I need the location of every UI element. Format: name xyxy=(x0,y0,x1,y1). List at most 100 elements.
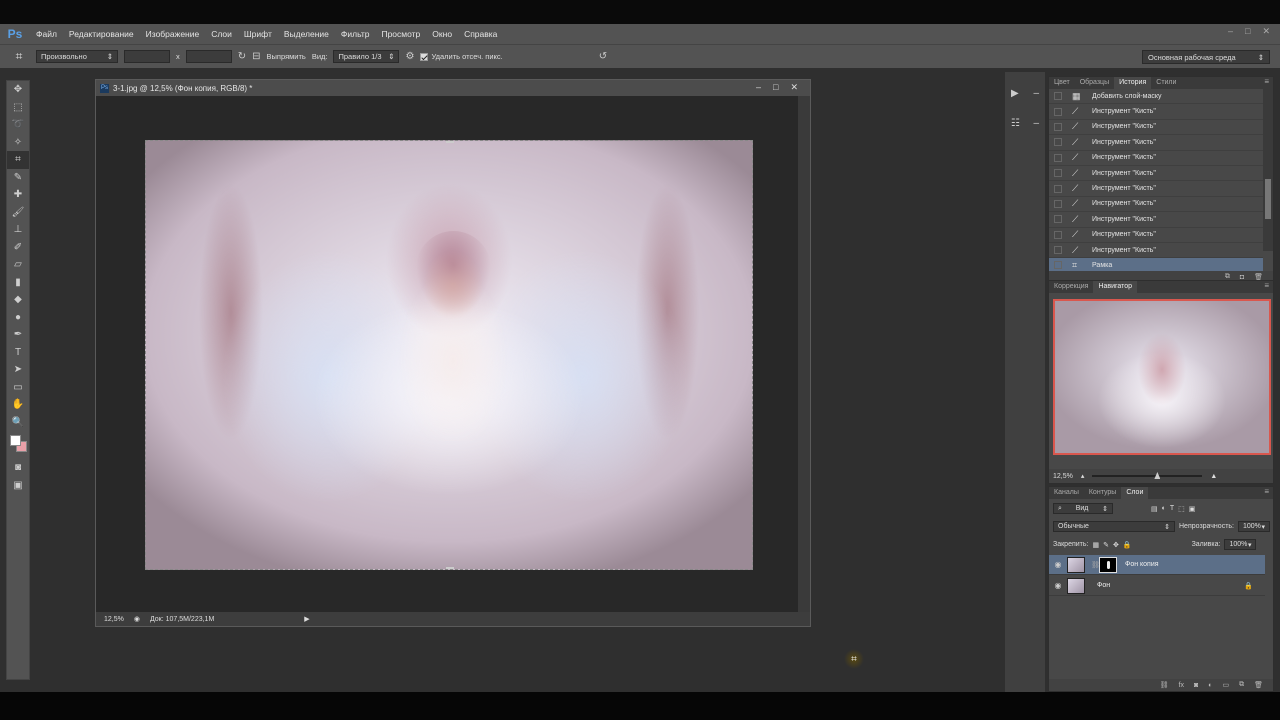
history-item[interactable]: ⟋ Инструмент "Кисть" xyxy=(1049,166,1263,182)
tab-navigator[interactable]: Навигатор xyxy=(1093,281,1138,293)
navigator-thumbnail[interactable] xyxy=(1053,299,1271,455)
swap-icon[interactable]: ↻ xyxy=(238,51,246,62)
history-source-box[interactable] xyxy=(1054,199,1062,208)
history-source-box[interactable] xyxy=(1054,215,1062,224)
quick-mask-icon[interactable]: ◙ xyxy=(7,459,29,477)
layer-name[interactable]: Фон копия xyxy=(1125,561,1159,568)
tab-channels[interactable]: Каналы xyxy=(1049,487,1084,499)
filter-type-icon[interactable]: T xyxy=(1170,505,1174,512)
history-item[interactable]: ⟋ Инструмент "Кисть" xyxy=(1049,197,1263,213)
scroll-thumb[interactable] xyxy=(1265,179,1271,219)
type-tool-icon[interactable]: T xyxy=(7,344,29,362)
magic-wand-tool-icon[interactable]: ✧ xyxy=(7,134,29,152)
filter-adjustment-icon[interactable]: ◐ xyxy=(1162,505,1166,512)
height-input[interactable] xyxy=(185,50,232,63)
overlay-select[interactable]: Правило 1/3 ⇕ xyxy=(333,50,400,63)
history-item[interactable]: ⟋ Инструмент "Кисть" xyxy=(1049,151,1263,166)
link-layers-icon[interactable]: ⛓ xyxy=(1160,681,1169,689)
layer-thumbnail[interactable] xyxy=(1067,577,1085,594)
menu-filter[interactable]: Фильтр xyxy=(335,29,376,39)
history-item[interactable]: ⟋ Инструмент "Кисть" xyxy=(1049,212,1263,228)
zoom-slider-knob[interactable] xyxy=(1154,472,1161,479)
lock-all-icon[interactable]: 🔒 xyxy=(1123,541,1132,549)
history-scrollbar[interactable] xyxy=(1263,89,1273,251)
pen-tool-icon[interactable]: ✒ xyxy=(7,326,29,344)
reset-icon[interactable]: ↺ xyxy=(599,51,607,62)
new-group-icon[interactable]: ▭ xyxy=(1222,681,1229,689)
history-source-box[interactable] xyxy=(1054,261,1062,270)
foreground-color[interactable] xyxy=(10,435,21,446)
menu-edit[interactable]: Редактирование xyxy=(63,29,140,39)
history-source-box[interactable] xyxy=(1054,230,1062,239)
crop-handle-bottom[interactable] xyxy=(446,567,454,569)
zoom-level[interactable]: 12,5% xyxy=(104,616,124,623)
lasso-tool-icon[interactable]: ➰ xyxy=(7,116,29,134)
menu-select[interactable]: Выделение xyxy=(278,29,335,39)
maximize-icon[interactable]: □ xyxy=(773,82,778,93)
menu-image[interactable]: Изображение xyxy=(140,29,206,39)
move-tool-icon[interactable]: ✥ xyxy=(7,81,29,99)
layer-row-background-copy[interactable]: ◉ ⛓ Фон копия xyxy=(1049,555,1265,575)
hand-tool-icon[interactable]: ✋ xyxy=(7,396,29,414)
lock-position-icon[interactable]: ✥ xyxy=(1113,541,1119,549)
color-swatches[interactable] xyxy=(7,431,29,459)
actions-button[interactable]: ▶ – xyxy=(1011,84,1039,102)
status-info-icon[interactable]: ◉ xyxy=(134,615,140,623)
photo-canvas[interactable] xyxy=(145,140,753,570)
history-item[interactable]: ⟋ Инструмент "Кисть" xyxy=(1049,243,1263,259)
history-item[interactable]: ⟋ Инструмент "Кисть" xyxy=(1049,135,1263,151)
eraser-tool-icon[interactable]: ▱ xyxy=(7,256,29,274)
history-item[interactable]: ⟋ Инструмент "Кисть" xyxy=(1049,181,1263,197)
marquee-tool-icon[interactable]: ⬚ xyxy=(7,99,29,117)
layer-thumbnail[interactable] xyxy=(1067,556,1085,573)
panel-menu-icon[interactable]: ≡ xyxy=(1264,281,1269,290)
close-icon[interactable]: ✕ xyxy=(790,82,798,93)
dodge-tool-icon[interactable]: ● xyxy=(7,309,29,327)
navigator-zoom-value[interactable]: 12,5% xyxy=(1053,473,1073,480)
zoom-in-icon[interactable]: ▲ xyxy=(1210,473,1217,480)
workspace-select[interactable]: Основная рабочая среда ⇕ xyxy=(1142,50,1270,64)
crop-tool-icon[interactable]: ⌗ xyxy=(7,151,29,169)
minimize-icon[interactable]: – xyxy=(1228,26,1233,37)
maximize-icon[interactable]: □ xyxy=(1245,26,1250,37)
screen-mode-icon[interactable]: ▣ xyxy=(7,477,29,495)
tab-swatches[interactable]: Образцы xyxy=(1075,77,1114,89)
straighten-label[interactable]: Выпрямить xyxy=(267,52,306,61)
history-item[interactable]: ▦ Добавить слой-маску xyxy=(1049,89,1263,105)
document-title-bar[interactable]: Ps 3-1.jpg @ 12,5% (Фон копия, RGB/8) * … xyxy=(96,80,810,96)
crop-tool-preset-icon[interactable]: ⌗ xyxy=(8,49,30,64)
history-source-box[interactable] xyxy=(1054,107,1062,116)
ratio-select[interactable]: Произвольно ⇕ xyxy=(36,50,118,63)
layer-name[interactable]: Фон xyxy=(1097,582,1110,589)
layer-mask-thumbnail[interactable] xyxy=(1099,556,1117,573)
straighten-icon[interactable]: ⊟ xyxy=(252,51,260,62)
blend-mode-select[interactable]: Обычные ⇕ xyxy=(1053,521,1175,532)
history-item[interactable]: ⟋ Инструмент "Кисть" xyxy=(1049,228,1263,243)
zoom-slider[interactable] xyxy=(1092,472,1203,479)
path-selection-tool-icon[interactable]: ➤ xyxy=(7,361,29,379)
history-source-box[interactable] xyxy=(1054,246,1062,255)
new-adjustment-icon[interactable]: ◐ xyxy=(1208,682,1212,689)
menu-file[interactable]: Файл xyxy=(30,29,63,39)
link-icon[interactable]: ⛓ xyxy=(1091,561,1100,569)
fx-icon[interactable]: fx xyxy=(1179,682,1184,689)
trash-icon[interactable]: 🗑 xyxy=(1254,681,1263,689)
tab-color[interactable]: Цвет xyxy=(1049,77,1075,89)
lock-transparency-icon[interactable]: ▦ xyxy=(1092,541,1099,549)
tab-paths[interactable]: Контуры xyxy=(1084,487,1121,499)
menu-help[interactable]: Справка xyxy=(458,29,503,39)
menu-view[interactable]: Просмотр xyxy=(375,29,426,39)
history-item[interactable]: ⟋ Инструмент "Кисть" xyxy=(1049,104,1263,120)
menu-type[interactable]: Шрифт xyxy=(238,29,278,39)
layer-filter-select[interactable]: ⌕ Вид ⇕ xyxy=(1053,503,1113,514)
healing-brush-tool-icon[interactable]: ✚ xyxy=(7,186,29,204)
history-source-box[interactable] xyxy=(1054,153,1062,162)
rectangle-tool-icon[interactable]: ▭ xyxy=(7,379,29,397)
clone-stamp-tool-icon[interactable]: ⊥ xyxy=(7,221,29,239)
zoom-out-icon[interactable]: ▴ xyxy=(1081,472,1085,480)
minimize-icon[interactable]: – xyxy=(756,82,761,93)
opacity-input[interactable]: 100% ▾ xyxy=(1238,521,1270,532)
properties-button[interactable]: ☷ – xyxy=(1011,114,1039,132)
filter-pixel-icon[interactable]: ▤ xyxy=(1151,505,1158,513)
filter-smart-object-icon[interactable]: ▣ xyxy=(1189,505,1196,513)
